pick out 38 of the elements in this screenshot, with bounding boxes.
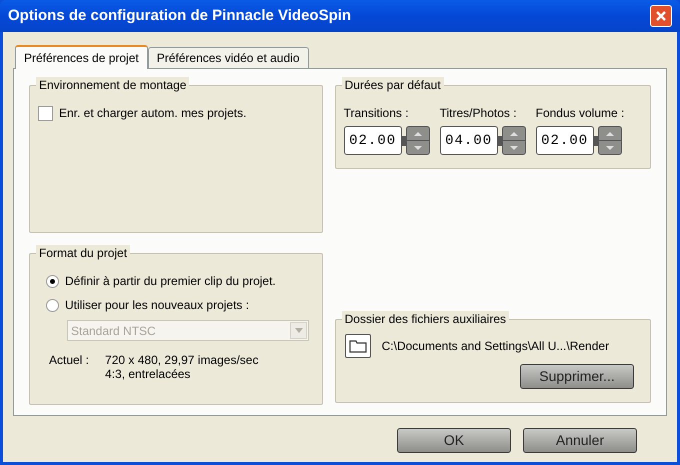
radio-label: Définir à partir du premier clip du projet. [65, 273, 276, 290]
folder-path: C:\Documents and Settings\All U...\Render [382, 338, 610, 355]
current-label: Actuel : [49, 353, 90, 369]
duration-field[interactable]: 02.00 [344, 126, 402, 155]
duration-label: Transitions : [344, 105, 410, 122]
down-arrow-icon [510, 146, 518, 150]
down-arrow-icon [606, 146, 614, 150]
radio-button[interactable] [46, 298, 59, 312]
up-arrow-icon [414, 132, 422, 136]
group-title: Environnement de montage [36, 77, 190, 93]
spin-buttons[interactable] [406, 126, 430, 155]
up-arrow-icon [510, 132, 518, 136]
up-arrow-icon [606, 132, 614, 136]
folder-button[interactable] [344, 334, 371, 358]
duration-label: Titres/Photos : [440, 105, 518, 122]
group-title: Durées par défaut [342, 77, 444, 93]
duration-field[interactable]: 02.00 [536, 126, 594, 155]
duration-label: Fondus volume : [536, 105, 624, 122]
checkbox-label: Enr. et charger autom. mes projets. [59, 105, 246, 122]
close-icon [655, 10, 667, 22]
dialog-button[interactable]: Annuler [523, 428, 637, 453]
down-arrow-icon [414, 146, 422, 150]
dialog-button[interactable]: Supprimer... [520, 364, 634, 389]
window-title: Options de configuration de Pinnacle VideoSpin [8, 6, 352, 26]
spin-buttons[interactable] [502, 126, 526, 155]
checkbox[interactable] [38, 106, 53, 120]
spin-buttons[interactable] [598, 126, 622, 155]
radio-label: Utiliser pour les nouveaux projets : [65, 297, 250, 314]
tab[interactable]: Préférences de projet [15, 45, 148, 69]
radio-button[interactable] [46, 274, 59, 288]
folder-icon [348, 339, 367, 353]
current-format-text: 4:3, entrelacées [105, 367, 192, 381]
current-format-text: 720 x 480, 29,97 images/sec [105, 353, 258, 367]
close-button[interactable] [650, 5, 672, 27]
group-title: Format du projet [36, 245, 130, 261]
tab[interactable]: Préférences vidéo et audio [148, 47, 308, 68]
dialog-button[interactable]: OK [397, 428, 511, 453]
duration-field[interactable]: 04.00 [440, 126, 498, 155]
